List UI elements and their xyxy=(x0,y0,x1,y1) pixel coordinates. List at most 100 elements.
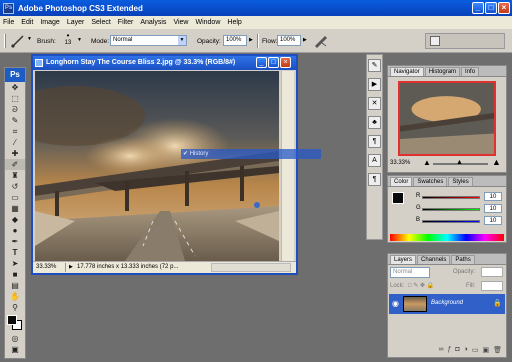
menu-image[interactable]: Image xyxy=(40,19,59,26)
status-arrow-icon[interactable]: ▶ xyxy=(69,262,73,273)
adjustment-layer-icon[interactable]: ◑ xyxy=(464,346,468,357)
layers-tabs: Layers Channels Paths xyxy=(388,254,506,265)
layer-name[interactable]: Background xyxy=(431,300,463,306)
menu-edit[interactable]: Edit xyxy=(21,19,33,26)
menu-file[interactable]: File xyxy=(3,19,14,26)
tool-preset-dropdown-icon[interactable]: ▼ xyxy=(27,36,33,46)
document-horizontal-scrollbar[interactable] xyxy=(211,263,291,272)
brush-tool-preset-icon[interactable] xyxy=(10,34,26,48)
new-layer-icon[interactable]: ▣ xyxy=(482,346,489,357)
airbrush-icon[interactable] xyxy=(313,34,329,48)
zoom-in-icon[interactable]: ▲ xyxy=(492,157,501,167)
menu-view[interactable]: View xyxy=(173,19,188,26)
minimize-button[interactable]: _ xyxy=(472,2,484,14)
channel-g-value[interactable]: 10 xyxy=(484,204,502,213)
new-group-icon[interactable]: ▭ xyxy=(472,346,479,357)
dodge-tool-icon[interactable]: ● xyxy=(5,225,25,236)
document-vertical-scrollbar[interactable] xyxy=(281,71,294,261)
marquee-tool-icon[interactable]: ⬚ xyxy=(5,93,25,104)
foreground-color-swatch[interactable] xyxy=(7,315,17,325)
menu-help[interactable]: Help xyxy=(227,19,241,26)
brush-tool-icon[interactable]: ✐ xyxy=(5,159,25,170)
channel-r-value[interactable]: 10 xyxy=(484,192,502,201)
eyedropper-tool-icon[interactable]: ⁄ xyxy=(5,137,25,148)
channel-b-slider[interactable] xyxy=(422,220,480,223)
channel-r-slider[interactable] xyxy=(422,196,480,199)
gradient-tool-icon[interactable]: ▦ xyxy=(5,203,25,214)
layer-mask-icon[interactable]: ◘ xyxy=(455,346,459,357)
screen-mode-icon[interactable]: ▣ xyxy=(5,344,25,355)
layer-blend-mode-select[interactable]: Normal xyxy=(390,267,430,278)
zoom-tool-icon[interactable]: ⚲ xyxy=(5,302,25,313)
tab-layers[interactable]: Layers xyxy=(390,255,417,264)
quick-select-tool-icon[interactable]: ✎ xyxy=(5,115,25,126)
move-tool-icon[interactable]: ✥ xyxy=(5,82,25,93)
blur-tool-icon[interactable]: ◆ xyxy=(5,214,25,225)
history-brush-tool-icon[interactable]: ↺ xyxy=(5,181,25,192)
type-tool-icon[interactable]: T xyxy=(5,247,25,258)
brushes-panel-icon[interactable]: ✕ xyxy=(368,97,381,110)
delete-layer-icon[interactable]: 🗑 xyxy=(493,346,502,357)
color-foreground-swatch[interactable] xyxy=(392,192,404,204)
document-minimize-button[interactable]: _ xyxy=(256,57,267,68)
flow-slider-arrow-icon[interactable]: ▶ xyxy=(303,37,307,43)
mode-select[interactable]: Normal ▼ xyxy=(110,35,187,46)
document-close-button[interactable]: × xyxy=(280,57,291,68)
opacity-input[interactable]: 100% xyxy=(223,35,247,46)
zoom-out-icon[interactable]: ▲ xyxy=(423,158,431,167)
tab-navigator[interactable]: Navigator xyxy=(390,67,424,76)
menu-layer[interactable]: Layer xyxy=(67,19,85,26)
menu-filter[interactable]: Filter xyxy=(118,19,134,26)
color-spectrum-ramp[interactable] xyxy=(390,234,504,241)
lock-icons[interactable]: □ ✎ ✥ 🔒 xyxy=(408,282,434,289)
tab-paths[interactable]: Paths xyxy=(451,255,475,264)
tool-presets-panel-icon[interactable]: ✎ xyxy=(368,59,381,72)
opacity-slider-arrow-icon[interactable]: ▶ xyxy=(249,37,253,43)
flow-input[interactable]: 100% xyxy=(277,35,301,46)
layer-opacity-input[interactable] xyxy=(481,267,503,277)
tab-styles[interactable]: Styles xyxy=(448,177,473,186)
tab-info[interactable]: Info xyxy=(461,67,480,76)
tab-color[interactable]: Color xyxy=(390,177,413,186)
tab-channels[interactable]: Channels xyxy=(417,255,451,264)
document-maximize-button[interactable]: □ xyxy=(268,57,279,68)
clone-stamp-tool-icon[interactable]: ♜ xyxy=(5,170,25,181)
channel-g-slider[interactable] xyxy=(422,208,480,211)
link-layers-icon[interactable]: ∞ xyxy=(438,346,443,357)
clone-source-panel-icon[interactable]: ♣ xyxy=(368,116,381,129)
tab-swatches[interactable]: Swatches xyxy=(413,177,448,186)
layer-style-icon[interactable]: ƒ xyxy=(447,346,451,357)
layer-fill-input[interactable] xyxy=(481,281,503,291)
paragraph-panel-icon[interactable]: A xyxy=(368,154,381,167)
notes-tool-icon[interactable]: ▤ xyxy=(5,280,25,291)
menu-select[interactable]: Select xyxy=(91,19,110,26)
actions-panel-icon[interactable]: ▶ xyxy=(368,78,381,91)
info-panel-icon[interactable]: ¶ xyxy=(368,135,381,148)
pen-tool-icon[interactable]: ✒ xyxy=(5,236,25,247)
eraser-tool-icon[interactable]: ▭ xyxy=(5,192,25,203)
shape-tool-icon[interactable]: ■ xyxy=(5,269,25,280)
menu-analysis[interactable]: Analysis xyxy=(140,19,166,26)
palette-well-icon[interactable] xyxy=(430,36,440,46)
character-panel-icon[interactable]: ¶ xyxy=(368,173,381,186)
document-zoom-level[interactable]: 33.33% xyxy=(36,262,56,273)
lasso-tool-icon[interactable]: ᘐ xyxy=(5,104,25,115)
navigator-zoom[interactable]: 33.33% xyxy=(390,160,410,166)
quick-mask-icon[interactable]: ◎ xyxy=(5,333,25,344)
close-button[interactable]: × xyxy=(498,2,510,14)
healing-brush-tool-icon[interactable]: ✚ xyxy=(5,148,25,159)
crop-tool-icon[interactable]: ⌗ xyxy=(5,126,25,137)
layer-row-background[interactable]: ◉ Background 🔒 xyxy=(389,294,505,314)
path-selection-tool-icon[interactable]: ➤ xyxy=(5,258,25,269)
hand-tool-icon[interactable]: ✋ xyxy=(5,291,25,302)
eye-icon[interactable]: ◉ xyxy=(392,299,399,308)
brush-dropdown-icon[interactable]: ▼ xyxy=(77,37,82,43)
tab-histogram[interactable]: Histogram xyxy=(424,67,461,76)
channel-b-value[interactable]: 10 xyxy=(484,216,502,225)
maximize-button[interactable]: □ xyxy=(485,2,497,14)
navigator-thumbnail[interactable] xyxy=(398,81,496,156)
brush-picker[interactable]: • 13 xyxy=(61,32,75,50)
menu-window[interactable]: Window xyxy=(195,19,220,26)
canvas-image[interactable] xyxy=(35,71,279,261)
zoom-slider-thumb[interactable]: ▲ xyxy=(456,159,463,166)
